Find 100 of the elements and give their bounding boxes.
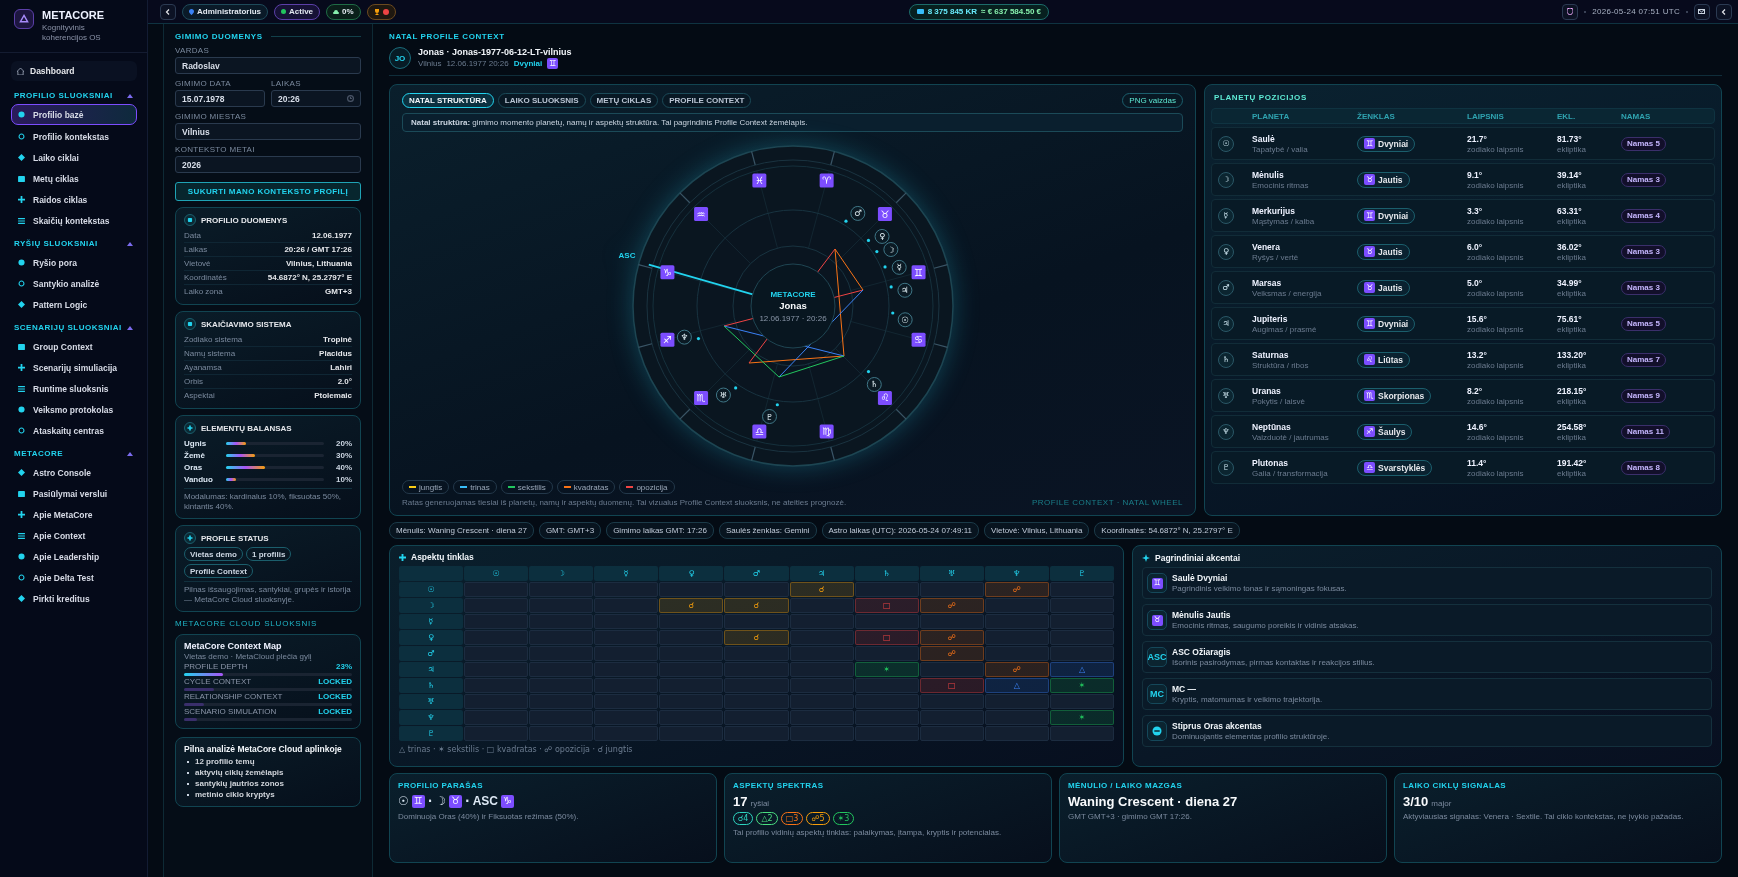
bars-icon: [18, 217, 25, 224]
sidebar-item[interactable]: Apie Leadership: [11, 546, 137, 567]
ecliptic-value: 39.14°: [1557, 169, 1583, 180]
accent-text: Emocinis ritmas, saugumo poreikis ir vidinis atsakas.: [1172, 621, 1359, 630]
field-value: 54.6872° N, 25.2797° E: [267, 273, 352, 282]
sign-chip: ♉ Jautis: [1357, 171, 1410, 188]
card-title: SKAIČIAVIMO SISTEMA: [201, 319, 292, 329]
profile-datetime: 12.06.1977 20:26: [446, 59, 509, 68]
column-header: ☽: [529, 566, 594, 581]
info-chip: Mėnulis: Waning Crescent · diena 27: [389, 522, 534, 539]
profile-sign: Dvyniai: [513, 59, 543, 68]
chart-tab[interactable]: METŲ CIKLAS: [589, 93, 659, 108]
dashboard-link[interactable]: Dashboard: [11, 61, 137, 81]
png-button[interactable]: PNG vaizdas: [1122, 93, 1183, 108]
sidebar-item[interactable]: Ataskaitų centras: [11, 420, 137, 441]
bars-icon: [18, 532, 25, 539]
planet-name: Plutonas: [1252, 457, 1289, 468]
card-title: PROFILIO DUOMENYS: [201, 215, 288, 225]
sidebar-item[interactable]: Santykio analizė: [11, 273, 137, 294]
alerts-badge[interactable]: [366, 3, 396, 20]
bars-icon: [18, 385, 25, 392]
caret-icon[interactable]: [127, 93, 133, 98]
summary-value: 17: [733, 794, 748, 809]
sidebar-item[interactable]: Pirkti kreditus: [11, 588, 137, 609]
sidebar-item[interactable]: Astro Console: [11, 462, 137, 483]
input-field[interactable]: Radoslav: [175, 57, 361, 74]
ecliptic-note: ekliptika: [1557, 144, 1587, 154]
ecliptic-value: 218.15°: [1557, 385, 1588, 396]
summary-text: Tai profilio vidinių aspektų tinklas: palaikymas, įtampa, kryptis ir potencialas.: [733, 828, 1003, 837]
sign-chip: ♉ Jautis: [1357, 243, 1410, 260]
sign-chip: ♐ Šaulys: [1357, 423, 1413, 440]
sidebar-item[interactable]: Profilio bazė: [11, 104, 137, 125]
planet-glyph: ♂: [1218, 279, 1234, 296]
card-title: Pilna analizė MetaCore Cloud aplinkoje: [184, 744, 343, 754]
caret-icon[interactable]: [127, 451, 133, 456]
field-value: 20:26 / GMT 17:26: [284, 245, 352, 254]
sidebar-item[interactable]: Ryšio pora: [11, 252, 137, 273]
chart-tab[interactable]: PROFILE CONTEXT: [662, 93, 752, 108]
chevron-left-icon: [165, 8, 171, 15]
input-field[interactable]: Vilnius: [175, 123, 361, 140]
sidebar-item[interactable]: Scenarijų simuliacija: [11, 357, 137, 378]
card-title: MetaCore Context Map: [184, 641, 283, 651]
sign-chip: ♌ Liūtas: [1357, 351, 1411, 368]
accent-title: Stiprus Oras akcentas: [1172, 721, 1263, 731]
time-field[interactable]: 20:26: [271, 90, 361, 107]
planet-marker: ♅: [715, 387, 731, 403]
card-title: PLANETŲ POZICIJOS: [1213, 93, 1308, 104]
summary-text: Aktyviausias signalas: Venera · Sextile. Tai ciklo kontekstas, ne įvykio pažadas.: [1403, 812, 1685, 821]
sidebar-item[interactable]: Laiko ciklai: [11, 147, 137, 168]
sidebar-item[interactable]: Apie MetaCore: [11, 504, 137, 525]
section-title: SCENARIJŲ SLUOKSNIAI: [14, 323, 122, 332]
sidebar-item[interactable]: Runtime sluoksnis: [11, 378, 137, 399]
column-header: ♃: [789, 566, 854, 581]
element-reading: 30%: [335, 450, 352, 460]
profile-city: Vilnius: [418, 59, 442, 68]
accent-title: Saulė Dvyniai: [1172, 573, 1229, 583]
back-button[interactable]: [160, 3, 176, 20]
house-badge: Namas 5: [1621, 316, 1666, 331]
summary-text: Dominuoja Oras (40%) ir Fiksuotas režimas (50%).: [398, 812, 580, 821]
metric-value: 23%: [336, 662, 352, 671]
sidebar-item[interactable]: Pattern Logic: [11, 294, 137, 315]
mail-button[interactable]: [1694, 3, 1710, 20]
sign-chip: ♎ Svarstyklės: [1357, 459, 1433, 476]
metric-value: LOCKED: [318, 692, 352, 701]
field-label: GIMIMO MIESTAS: [175, 112, 248, 121]
chart-tab[interactable]: LAIKO SLUOKSNIS: [497, 93, 586, 108]
column-header: EKL.: [1557, 111, 1577, 121]
degree-note: zodiako laipsnis: [1467, 324, 1525, 334]
aspect-cell: ✶: [1049, 710, 1114, 725]
shield-button[interactable]: [1562, 3, 1579, 20]
collapse-button[interactable]: [1716, 3, 1732, 20]
create-profile-button[interactable]: SUKURTI MANO KONTEKSTO PROFILĮ: [175, 182, 361, 201]
degree-note: zodiako laipsnis: [1467, 288, 1525, 298]
input-field[interactable]: 15.07.1978: [175, 90, 265, 107]
planet-name: Neptūnas: [1252, 421, 1292, 432]
chart-tab[interactable]: NATAL STRUKTŪRA: [402, 93, 494, 108]
planet-marker: ☽: [882, 242, 898, 257]
planet-meaning: Vaizduotė / jautrumas: [1252, 432, 1330, 442]
planet-marker: ♀: [874, 228, 890, 244]
info-chip: Vietovė: Vilnius, Lithuania: [984, 522, 1090, 539]
sidebar-item[interactable]: Raidos ciklas: [11, 189, 137, 210]
caret-icon[interactable]: [127, 325, 133, 330]
sidebar-item[interactable]: Metų ciklas: [11, 168, 137, 189]
input-field[interactable]: 2026: [175, 156, 361, 173]
sidebar-item[interactable]: Veiksmo protokolas: [11, 399, 137, 420]
sidebar-item[interactable]: Apie Delta Test: [11, 567, 137, 588]
aspect-cell: ☍: [919, 630, 984, 645]
planet-marker: ♄: [866, 377, 882, 392]
planet-name: Mėnulis: [1252, 169, 1285, 180]
plus-icon: [399, 553, 406, 561]
sidebar-item[interactable]: Pasiūlymai verslui: [11, 483, 137, 504]
section-heading: GIMIMO DUOMENYS: [175, 32, 263, 41]
sidebar-item[interactable]: Group Context: [11, 336, 137, 357]
planet-name: Marsas: [1252, 277, 1283, 288]
sidebar-item[interactable]: Apie Context: [11, 525, 137, 546]
sign-chip: ♉ Jautis: [1357, 279, 1410, 296]
sidebar-item[interactable]: Skaičių kontekstas: [11, 210, 137, 231]
caret-icon[interactable]: [127, 241, 133, 246]
sidebar-item[interactable]: Profilio kontekstas: [11, 126, 137, 147]
alert-dot-icon: [382, 8, 389, 15]
